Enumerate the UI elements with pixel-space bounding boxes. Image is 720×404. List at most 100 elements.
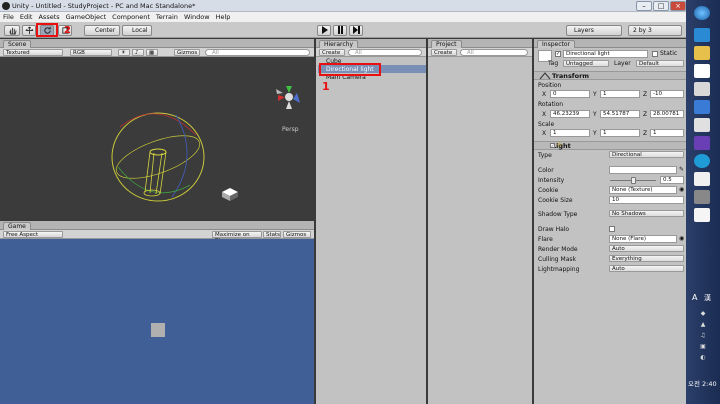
cookie-field[interactable]: None (Texture)	[609, 186, 677, 194]
menu-help[interactable]: Help	[213, 12, 234, 22]
light-gizmo-arc-blue	[171, 114, 188, 198]
scale-x-field[interactable]: 1	[550, 129, 590, 137]
project-create-dropdown[interactable]: Create	[431, 49, 457, 56]
hierarchy-create-dropdown[interactable]: Create	[319, 49, 345, 56]
tab-scene[interactable]: Scene	[3, 40, 32, 48]
menu-window[interactable]: Window	[181, 12, 213, 22]
tag-dropdown[interactable]: Untagged	[563, 60, 609, 67]
unity-taskbar-icon[interactable]	[694, 208, 710, 222]
intensity-slider-thumb[interactable]	[631, 177, 636, 184]
menu-gameobject[interactable]: GameObject	[63, 12, 110, 22]
hand-tool-button[interactable]	[4, 25, 20, 36]
rotation-z-field[interactable]: 28.00781	[650, 110, 684, 118]
rotation-x-field[interactable]: 46.23239	[550, 110, 590, 118]
scene-gizmos-dropdown[interactable]: Gizmos	[174, 49, 200, 56]
pivot-toggle[interactable]: Center	[84, 25, 120, 36]
maximize-on-play-toggle[interactable]: Maximize on Play	[212, 231, 262, 244]
object-name-field[interactable]: Directional light	[563, 50, 648, 58]
light-type-dropdown[interactable]: Directional	[609, 151, 684, 158]
cookie-size-field[interactable]: 10	[609, 196, 684, 204]
stats-toggle[interactable]: Stats	[263, 231, 281, 238]
scene-viewport[interactable]: Persp	[0, 57, 314, 219]
hierarchy-panel: Hierarchy Create All	[316, 39, 426, 404]
shading-dropdown[interactable]: Textured	[3, 49, 63, 56]
play-button[interactable]	[317, 25, 331, 36]
transform-title: Transform	[552, 72, 590, 80]
rotation-y-field[interactable]: 54.51787	[600, 110, 640, 118]
tab-hierarchy[interactable]: Hierarchy	[319, 40, 359, 48]
flare-picker-icon[interactable]: ◉	[679, 235, 684, 242]
aspect-dropdown[interactable]: Free Aspect	[3, 231, 63, 238]
tab-game[interactable]: Game	[3, 222, 31, 230]
start-button-icon[interactable]	[694, 6, 710, 20]
scene-audio-toggle[interactable]: ♪	[132, 49, 144, 56]
light-color-swatch[interactable]	[609, 166, 677, 174]
transform-header[interactable]: Transform	[534, 71, 686, 80]
active-checkbox[interactable]: ✓	[555, 51, 561, 57]
tab-project[interactable]: Project	[431, 40, 462, 48]
maximize-button[interactable]: □	[653, 1, 669, 11]
step-button[interactable]	[349, 25, 363, 36]
app-icon-7[interactable]	[694, 190, 710, 204]
position-x-field[interactable]: 0	[550, 90, 590, 98]
menu-component[interactable]: Component	[109, 12, 153, 22]
clock[interactable]: 오전 2:40	[688, 378, 717, 388]
app-icon-3[interactable]	[694, 100, 710, 114]
app-icon-5[interactable]	[694, 154, 710, 168]
game-tab-label: Game	[8, 223, 26, 230]
intensity-field[interactable]: 0.5	[660, 176, 684, 184]
hierarchy-search-input[interactable]: All	[348, 49, 422, 56]
menu-terrain[interactable]: Terrain	[153, 12, 181, 22]
app-icon-2[interactable]	[694, 82, 710, 96]
draw-halo-checkbox[interactable]	[609, 226, 615, 232]
move-tool-button[interactable]	[22, 25, 36, 36]
project-search-input[interactable]: All	[460, 49, 528, 56]
render-mode-dropdown[interactable]: Auto	[609, 245, 684, 252]
space-toggle[interactable]: Local	[122, 25, 152, 36]
title-bar: Unity - Untitled - StudyProject - PC and…	[0, 0, 686, 12]
game-gizmos-dropdown[interactable]: Gizmos	[283, 231, 311, 238]
render-mode-dropdown[interactable]: RGB	[70, 49, 112, 56]
tab-inspector[interactable]: Inspector	[537, 40, 575, 48]
lighting-toggle[interactable]: ☀	[118, 49, 130, 56]
shadow-type-dropdown[interactable]: No Shadows	[609, 210, 684, 217]
close-button[interactable]: ×	[670, 1, 686, 11]
lightmapping-dropdown[interactable]: Auto	[609, 265, 684, 272]
ie-icon[interactable]	[694, 28, 710, 42]
culling-mask-dropdown[interactable]: Everything	[609, 255, 684, 262]
static-checkbox[interactable]	[652, 51, 658, 57]
position-y-field[interactable]: 1	[600, 90, 640, 98]
light-cone-bottom	[143, 189, 161, 197]
menu-edit[interactable]: Edit	[17, 12, 36, 22]
scale-z-field[interactable]: 1	[650, 129, 684, 137]
menu-bar: File Edit Assets GameObject Component Terrain…	[0, 12, 686, 22]
menu-file[interactable]: File	[0, 12, 17, 22]
ime-hanja-indicator[interactable]: 漢	[704, 293, 711, 303]
light-enabled-checkbox[interactable]: ✓	[550, 143, 555, 148]
position-z-field[interactable]: -10	[650, 90, 684, 98]
pause-button[interactable]	[333, 25, 347, 36]
light-gizmo-sphere	[111, 112, 205, 202]
ime-language-indicator[interactable]: A	[692, 293, 697, 302]
layer-dropdown[interactable]: Default	[636, 60, 684, 67]
cookie-picker-icon[interactable]: ◉	[679, 186, 684, 193]
eyedropper-icon[interactable]: ✎	[679, 166, 684, 173]
layers-dropdown[interactable]: Layers	[566, 25, 622, 36]
rot-z-label: Z	[643, 111, 648, 118]
draw-halo-label: Draw Halo	[538, 226, 570, 233]
layout-dropdown[interactable]: 2 by 3	[628, 25, 682, 36]
app-icon-4[interactable]	[694, 118, 710, 132]
light-gizmo-arc-green	[117, 166, 191, 194]
tray-icons[interactable]: ◆ ▲ ♫ ▣ ◐	[691, 308, 715, 366]
minimize-button[interactable]: –	[636, 1, 652, 11]
unity-app-icon	[2, 2, 10, 10]
scale-y-field[interactable]: 1	[600, 129, 640, 137]
visual-studio-icon[interactable]	[694, 136, 710, 150]
scene-search-input[interactable]: All	[205, 49, 310, 56]
menu-assets[interactable]: Assets	[35, 12, 62, 22]
scene-effects-toggle[interactable]: ▦	[146, 49, 158, 56]
app-icon-1[interactable]	[694, 64, 710, 78]
flare-field[interactable]: None (Flare)	[609, 235, 677, 243]
folder-icon[interactable]	[694, 46, 710, 60]
app-icon-6[interactable]	[694, 172, 710, 186]
